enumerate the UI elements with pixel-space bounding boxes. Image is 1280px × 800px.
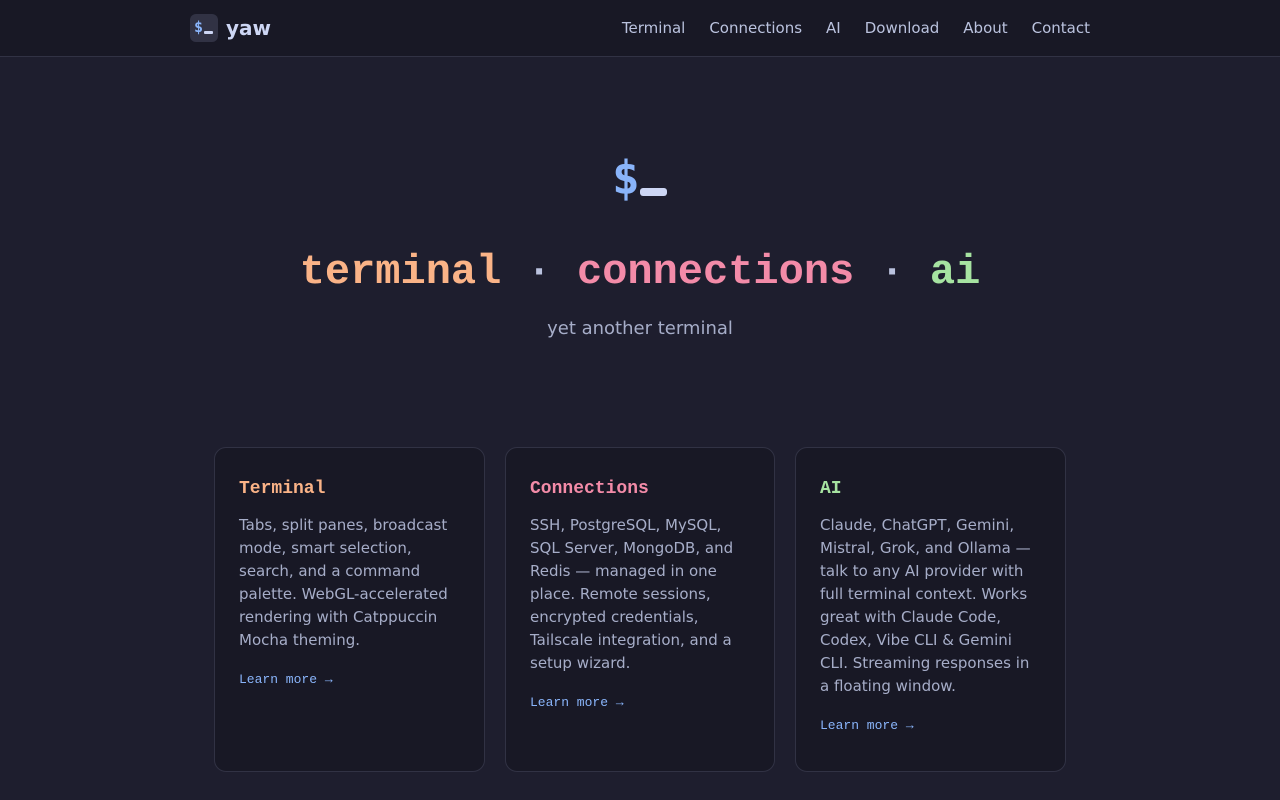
nav-link-download[interactable]: Download	[865, 19, 940, 37]
card-title: Connections	[530, 479, 649, 499]
tagline-connections: connections	[576, 248, 855, 296]
feature-card-ai: AI Claude, ChatGPT, Gemini, Mistral, Gro…	[795, 447, 1066, 772]
nav-link-ai[interactable]: AI	[826, 19, 841, 37]
learn-more-link[interactable]: Learn more →	[530, 695, 624, 710]
card-description: Tabs, split panes, broadcast mode, smart…	[239, 516, 448, 649]
nav-links: Terminal Connections AI Download About C…	[622, 0, 1090, 56]
nav-link-terminal[interactable]: Terminal	[622, 19, 685, 37]
card-title: Terminal	[239, 479, 326, 499]
card-description: Claude, ChatGPT, Gemini, Mistral, Grok, …	[820, 516, 1031, 695]
brand-home-link[interactable]: $ yaw	[190, 14, 271, 42]
tagline-separator: ·	[879, 248, 905, 296]
hero-logo: $	[0, 150, 1280, 206]
learn-more-link[interactable]: Learn more →	[239, 672, 333, 687]
terminal-prompt-icon: $	[190, 14, 218, 42]
card-title: AI	[820, 479, 842, 499]
nav-link-connections[interactable]: Connections	[709, 19, 802, 37]
nav-link-contact[interactable]: Contact	[1032, 19, 1090, 37]
hero-tagline: terminal · connections · ai	[0, 244, 1280, 300]
brand-name: yaw	[226, 16, 272, 40]
top-navbar: $ yaw Terminal Connections AI Download A…	[0, 0, 1280, 57]
nav-link-about[interactable]: About	[963, 19, 1007, 37]
learn-more-link[interactable]: Learn more →	[820, 718, 914, 733]
terminal-prompt-icon: $	[612, 150, 668, 206]
tagline-terminal: terminal	[299, 248, 502, 296]
feature-card-connections: Connections SSH, PostgreSQL, MySQL, SQL …	[505, 447, 775, 772]
tagline-ai: ai	[929, 248, 981, 296]
card-description: SSH, PostgreSQL, MySQL, SQL Server, Mong…	[530, 516, 734, 672]
feature-card-terminal: Terminal Tabs, split panes, broadcast mo…	[214, 447, 485, 772]
hero-subtitle: yet another terminal	[547, 318, 733, 339]
tagline-separator: ·	[526, 248, 552, 296]
